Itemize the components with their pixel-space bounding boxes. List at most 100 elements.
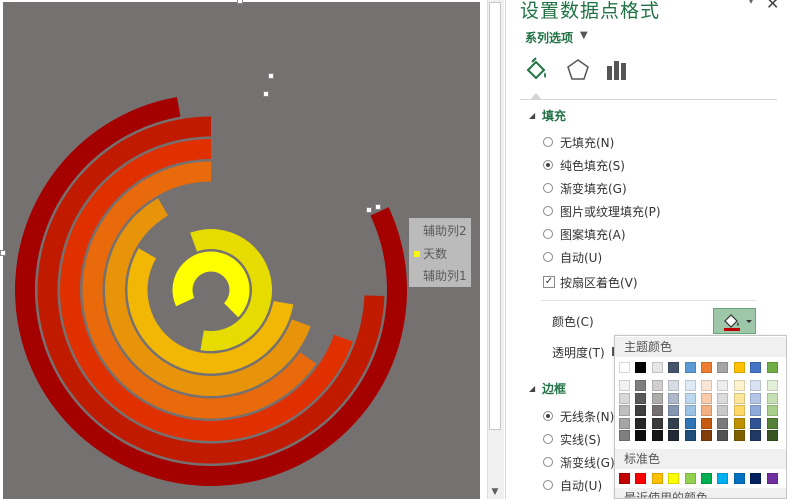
theme-color-swatch[interactable] bbox=[668, 362, 680, 373]
theme-shade-swatch[interactable] bbox=[651, 430, 663, 441]
theme-shade-swatch[interactable] bbox=[701, 430, 712, 441]
radio-button[interactable] bbox=[543, 252, 553, 262]
standard-color-swatch[interactable] bbox=[668, 473, 680, 484]
theme-shade-swatch[interactable] bbox=[668, 417, 680, 429]
chart-legend[interactable]: 辅助列2 天数 辅助列1 bbox=[409, 218, 471, 287]
theme-shade-swatch[interactable] bbox=[651, 417, 663, 429]
theme-shade-swatch[interactable] bbox=[684, 417, 696, 429]
theme-color-swatch[interactable] bbox=[701, 362, 712, 373]
series-options-dropdown[interactable]: 系列选项 bbox=[525, 29, 573, 46]
theme-color-swatch[interactable] bbox=[635, 362, 647, 373]
theme-shade-swatch[interactable] bbox=[766, 430, 778, 441]
radio-button[interactable] bbox=[543, 229, 553, 239]
theme-shade-swatch[interactable] bbox=[766, 417, 778, 429]
theme-color-swatch[interactable] bbox=[651, 362, 663, 373]
theme-shade-swatch[interactable] bbox=[635, 417, 647, 429]
theme-shade-swatch[interactable] bbox=[651, 380, 663, 391]
collapse-triangle-icon[interactable]: ◢ bbox=[529, 111, 535, 120]
radio-button[interactable] bbox=[543, 137, 553, 147]
standard-color-swatch[interactable] bbox=[766, 473, 778, 484]
theme-shade-swatch[interactable] bbox=[766, 380, 778, 391]
radio-button[interactable] bbox=[543, 183, 553, 193]
theme-shade-swatch[interactable] bbox=[733, 417, 745, 429]
legend-item[interactable]: 辅助列2 bbox=[409, 221, 471, 241]
theme-shade-swatch[interactable] bbox=[619, 392, 630, 404]
theme-shade-swatch[interactable] bbox=[733, 430, 745, 441]
theme-shade-swatch[interactable] bbox=[750, 380, 762, 391]
theme-color-swatch[interactable] bbox=[733, 362, 745, 373]
radio-button[interactable] bbox=[543, 480, 553, 490]
theme-shade-swatch[interactable] bbox=[750, 392, 762, 404]
theme-shade-swatch[interactable] bbox=[701, 392, 712, 404]
scroll-down-icon[interactable]: ▼ bbox=[489, 486, 501, 498]
chevron-down-icon[interactable]: ▼ bbox=[580, 30, 588, 41]
standard-color-swatch[interactable] bbox=[750, 473, 762, 484]
standard-color-swatch[interactable] bbox=[651, 473, 663, 484]
standard-color-swatch[interactable] bbox=[701, 473, 712, 484]
theme-shade-swatch[interactable] bbox=[684, 430, 696, 441]
theme-shade-swatch[interactable] bbox=[668, 392, 680, 404]
theme-shade-swatch[interactable] bbox=[635, 380, 647, 391]
standard-color-swatch[interactable] bbox=[619, 473, 630, 484]
theme-shade-swatch[interactable] bbox=[701, 417, 712, 429]
theme-color-swatch[interactable] bbox=[684, 362, 696, 373]
checkmark-icon[interactable]: ✓ bbox=[543, 276, 555, 288]
theme-shade-swatch[interactable] bbox=[766, 405, 778, 416]
standard-color-swatch[interactable] bbox=[635, 473, 647, 484]
theme-shade-swatch[interactable] bbox=[635, 392, 647, 404]
theme-shade-swatch[interactable] bbox=[619, 417, 630, 429]
theme-shade-swatch[interactable] bbox=[750, 417, 762, 429]
theme-color-swatch[interactable] bbox=[766, 362, 778, 373]
standard-color-swatch[interactable] bbox=[733, 473, 745, 484]
theme-color-swatch[interactable] bbox=[717, 362, 729, 373]
scrollbar-thumb[interactable] bbox=[489, 2, 501, 430]
theme-shade-swatch[interactable] bbox=[717, 405, 729, 416]
selection-handle[interactable] bbox=[375, 204, 381, 210]
fill-section-header[interactable]: 填充 bbox=[542, 107, 566, 124]
close-icon[interactable]: ✕ bbox=[766, 0, 779, 13]
border-section-header[interactable]: 边框 bbox=[542, 380, 566, 397]
theme-shade-swatch[interactable] bbox=[619, 430, 630, 441]
theme-shade-swatch[interactable] bbox=[717, 417, 729, 429]
theme-shade-swatch[interactable] bbox=[701, 380, 712, 391]
theme-shade-swatch[interactable] bbox=[668, 430, 680, 441]
theme-shade-swatch[interactable] bbox=[766, 392, 778, 404]
effects-icon[interactable] bbox=[565, 56, 591, 84]
doughnut-ring-segment[interactable] bbox=[172, 251, 250, 318]
theme-shade-swatch[interactable] bbox=[733, 405, 745, 416]
fill-color-button[interactable] bbox=[713, 308, 756, 334]
theme-shade-swatch[interactable] bbox=[733, 392, 745, 404]
theme-shade-swatch[interactable] bbox=[750, 430, 762, 441]
theme-color-swatch[interactable] bbox=[750, 362, 762, 373]
theme-shade-swatch[interactable] bbox=[717, 380, 729, 391]
legend-item[interactable]: 辅助列1 bbox=[409, 266, 471, 286]
radio-button[interactable] bbox=[543, 457, 553, 467]
series-options-icon[interactable] bbox=[604, 56, 630, 84]
theme-shade-swatch[interactable] bbox=[717, 430, 729, 441]
theme-shade-swatch[interactable] bbox=[684, 380, 696, 391]
theme-shade-swatch[interactable] bbox=[619, 380, 630, 391]
chart-resize-handle[interactable] bbox=[237, 0, 243, 4]
collapse-triangle-icon[interactable]: ◢ bbox=[529, 384, 535, 393]
selection-handle[interactable] bbox=[366, 207, 372, 213]
theme-shade-swatch[interactable] bbox=[651, 392, 663, 404]
theme-shade-swatch[interactable] bbox=[684, 405, 696, 416]
theme-color-swatch[interactable] bbox=[619, 362, 630, 373]
theme-shade-swatch[interactable] bbox=[619, 405, 630, 416]
radio-button[interactable] bbox=[543, 411, 553, 421]
legend-item[interactable]: 天数 bbox=[409, 244, 471, 264]
theme-shade-swatch[interactable] bbox=[651, 405, 663, 416]
pane-options-icon[interactable]: ▾ bbox=[748, 0, 754, 7]
theme-shade-swatch[interactable] bbox=[684, 392, 696, 404]
standard-color-swatch[interactable] bbox=[717, 473, 729, 484]
fill-line-icon[interactable] bbox=[524, 56, 550, 84]
selection-handle[interactable] bbox=[268, 73, 274, 79]
selection-handle[interactable] bbox=[263, 91, 269, 97]
chart-resize-handle[interactable] bbox=[0, 250, 6, 256]
theme-shade-swatch[interactable] bbox=[635, 430, 647, 441]
radio-button[interactable] bbox=[543, 206, 553, 216]
theme-shade-swatch[interactable] bbox=[668, 380, 680, 391]
theme-shade-swatch[interactable] bbox=[668, 405, 680, 416]
radio-button[interactable] bbox=[543, 434, 553, 444]
radio-button[interactable] bbox=[543, 160, 553, 170]
